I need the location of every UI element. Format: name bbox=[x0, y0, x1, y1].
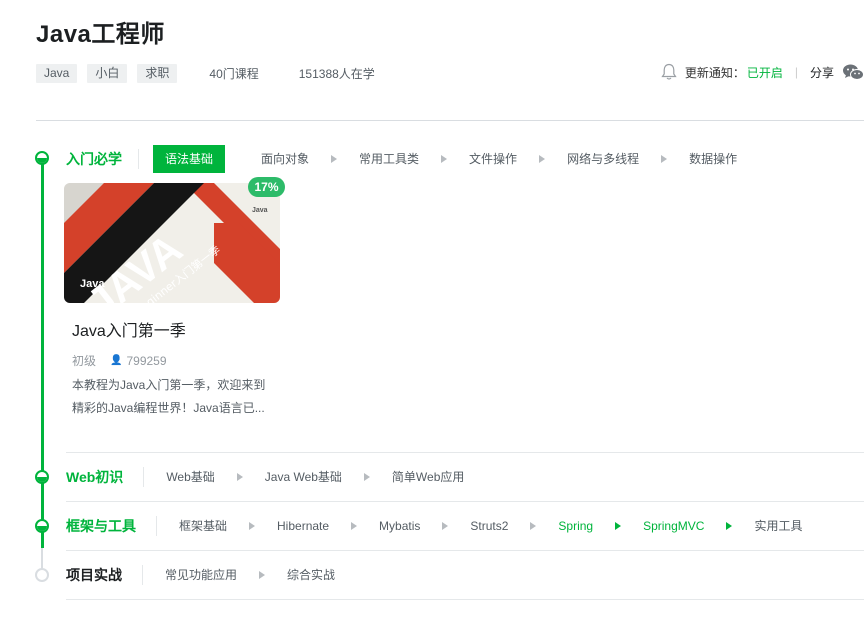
stage-node-4 bbox=[35, 568, 49, 582]
tag-java[interactable]: Java bbox=[36, 64, 78, 83]
cover-label: Java bbox=[80, 278, 105, 290]
arrow-right-icon bbox=[363, 473, 370, 481]
course-level: 初级 bbox=[72, 354, 97, 368]
course-learners: 799259 bbox=[126, 353, 167, 368]
stage-item[interactable]: 常用工具类 bbox=[351, 145, 427, 173]
stage-node-3 bbox=[35, 519, 49, 533]
stage-name[interactable]: 项目实战 bbox=[66, 565, 122, 585]
course-count: 40门课程 bbox=[209, 67, 259, 81]
stage-item[interactable]: Mybatis bbox=[371, 512, 428, 540]
stage-item[interactable]: Struts2 bbox=[462, 512, 516, 540]
stage-item[interactable]: 综合实战 bbox=[279, 561, 343, 589]
stage-item[interactable]: 网络与多线程 bbox=[559, 145, 647, 173]
course-thumbnail[interactable]: JAVA Beginner入门第一季 Java Java bbox=[64, 183, 280, 303]
arrow-right-icon bbox=[726, 522, 733, 530]
stage-item[interactable]: 数据操作 bbox=[681, 145, 745, 173]
row-divider bbox=[66, 599, 864, 600]
stage-name[interactable]: 框架与工具 bbox=[66, 516, 136, 536]
arrow-right-icon bbox=[249, 522, 256, 530]
stage-item[interactable]: 常见功能应用 bbox=[157, 561, 245, 589]
stage-row-3: 框架与工具 框架基础 Hibernate Mybatis Struts2 Spr… bbox=[66, 512, 810, 540]
stage-item[interactable]: Java Web基础 bbox=[257, 463, 350, 491]
notify-status[interactable]: 已开启 bbox=[747, 64, 783, 81]
stage-node-1 bbox=[35, 151, 49, 165]
stage-separator bbox=[143, 467, 145, 487]
arrow-right-icon bbox=[442, 522, 449, 530]
share-label: 分享 bbox=[809, 65, 834, 80]
cover-logo-text: Java bbox=[252, 207, 268, 214]
stage-name[interactable]: Web初识 bbox=[66, 467, 123, 487]
timeline-progress-line bbox=[41, 158, 44, 548]
course-description: 本教程为Java入门第一季，欢迎来到精彩的Java编程世界！Java语言已... bbox=[72, 378, 266, 415]
bell-icon[interactable] bbox=[661, 63, 677, 81]
page-title: Java工程师 bbox=[36, 21, 165, 48]
stage-item[interactable]: 框架基础 bbox=[171, 512, 235, 540]
course-cover-image: JAVA Beginner入门第一季 Java Java bbox=[64, 183, 280, 303]
course-title[interactable]: Java入门第一季 bbox=[72, 317, 186, 341]
arrow-right-icon bbox=[236, 473, 243, 481]
stage-node-2 bbox=[35, 470, 49, 484]
stage-separator bbox=[138, 149, 139, 169]
notify-label: 更新通知： bbox=[684, 65, 745, 80]
arrow-right-icon bbox=[351, 522, 358, 530]
wechat-icon[interactable] bbox=[842, 63, 864, 81]
row-divider bbox=[66, 501, 864, 502]
person-icon: 👤 bbox=[110, 355, 123, 366]
stage-item-done[interactable]: SpringMVC bbox=[635, 512, 712, 540]
row-divider bbox=[66, 550, 864, 551]
stage-separator bbox=[142, 565, 143, 585]
arrow-right-icon bbox=[539, 155, 546, 163]
header-divider bbox=[36, 120, 864, 121]
progress-badge: 17% bbox=[248, 177, 285, 197]
arrow-right-icon bbox=[530, 522, 537, 530]
tag-job[interactable]: 求职 bbox=[137, 64, 178, 83]
course-meta: 初级 👤 799259 bbox=[72, 352, 167, 369]
stage-item-done[interactable]: Spring bbox=[550, 512, 601, 540]
tag-list: Java 小白 求职 40门课程 151388人在学 bbox=[36, 64, 375, 83]
arrow-right-icon bbox=[259, 571, 266, 579]
stage-item-active[interactable]: 语法基础 bbox=[153, 145, 226, 173]
arrow-right-icon bbox=[615, 522, 622, 530]
stage-row-2: Web初识 Web基础 Java Web基础 简单Web应用 bbox=[66, 463, 472, 491]
stage-separator bbox=[156, 516, 157, 536]
stage-row-1: 入门必学 语法基础 面向对象 常用工具类 文件操作 网络与多线程 数据操作 bbox=[66, 145, 745, 173]
arrow-right-icon bbox=[441, 155, 448, 163]
notify-separator: | bbox=[794, 65, 798, 79]
stage-item[interactable]: Hibernate bbox=[269, 512, 337, 540]
arrow-right-icon bbox=[661, 155, 668, 163]
stage-name[interactable]: 入门必学 bbox=[66, 149, 122, 169]
tag-beginner[interactable]: 小白 bbox=[87, 64, 128, 83]
row-divider bbox=[66, 452, 864, 453]
stage-row-4: 项目实战 常见功能应用 综合实战 bbox=[66, 561, 343, 589]
stage-item[interactable]: 文件操作 bbox=[461, 145, 525, 173]
learner-count: 151388人在学 bbox=[298, 67, 375, 81]
stage-item[interactable]: Web基础 bbox=[158, 463, 222, 491]
stage-item[interactable]: 面向对象 bbox=[253, 145, 317, 173]
notify-bar: 更新通知： 已开启 | 分享 bbox=[661, 63, 864, 81]
stage-item[interactable]: 实用工具 bbox=[746, 512, 810, 540]
arrow-right-icon bbox=[331, 155, 338, 163]
stage-item[interactable]: 简单Web应用 bbox=[384, 463, 472, 491]
